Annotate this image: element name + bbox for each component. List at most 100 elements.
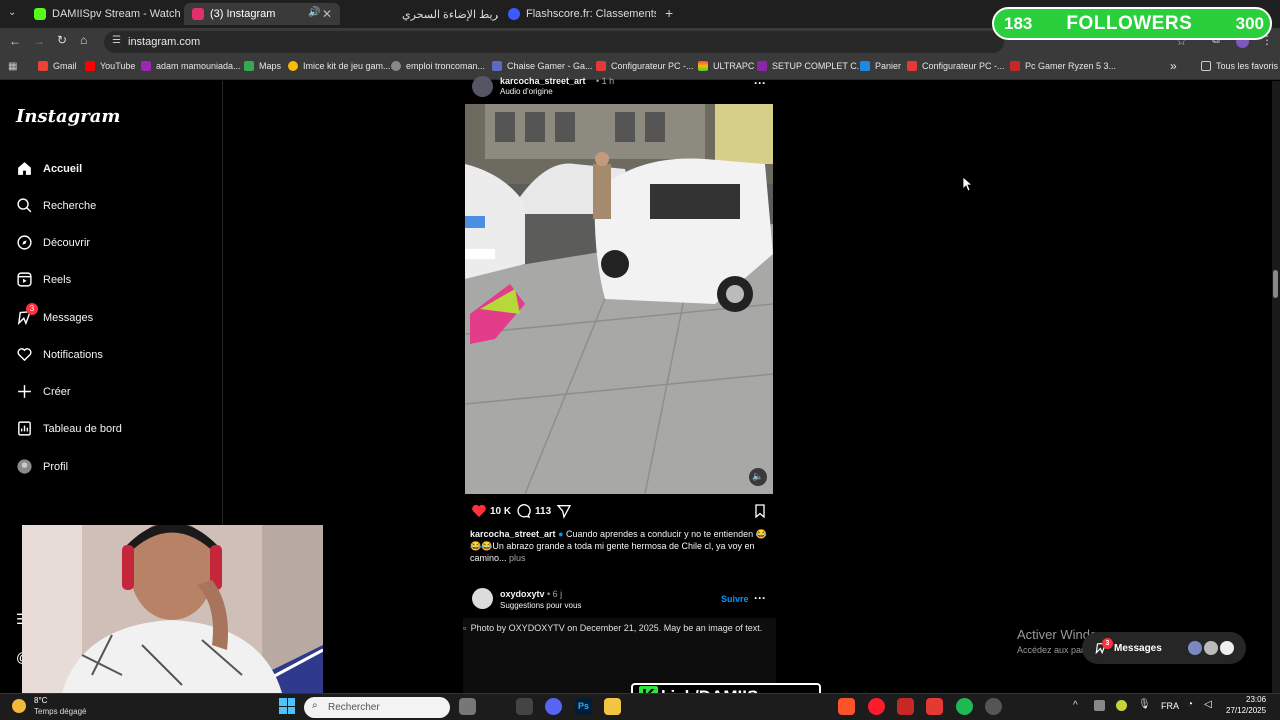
brave-icon[interactable] (838, 698, 855, 715)
messages-badge: 3 (26, 303, 38, 315)
page-scrollbar[interactable] (1272, 81, 1280, 693)
spotify-icon[interactable] (956, 698, 973, 715)
taskbar-search-input[interactable]: ⌕ Rechercher (304, 697, 450, 718)
sidebar-item-decouvrir[interactable]: Découvrir (16, 234, 90, 251)
post-time: • 1 h (596, 76, 615, 86)
clock-time[interactable]: 23:06 (1246, 695, 1266, 704)
forward-icon[interactable]: → (33, 34, 45, 48)
bookmark-item[interactable]: adam mamouniada... (141, 61, 241, 71)
post-author-avatar[interactable] (472, 588, 493, 609)
post-video[interactable]: 🔈 (465, 104, 773, 494)
tab-search-icon[interactable]: ⌄ (8, 7, 20, 19)
post-options-icon[interactable]: ··· (754, 76, 766, 90)
weather-temp[interactable]: 8°C (34, 696, 47, 705)
sidebar-item-creer[interactable]: Créer (16, 383, 71, 400)
sidebar-item-profil[interactable]: Profil (16, 458, 68, 475)
dashboard-icon (18, 421, 31, 436)
share-icon[interactable] (556, 503, 572, 524)
apps-icon[interactable]: ▦ (8, 61, 17, 72)
volume-icon[interactable]: ◁ (1204, 699, 1212, 710)
site-info-icon[interactable]: ☰ (112, 35, 121, 46)
tab-youtube[interactable]: 🔊 شريط الإضاءة السحري ✕ (302, 3, 498, 25)
weather-moon-icon[interactable] (12, 699, 26, 713)
caption-more-link[interactable]: plus (509, 553, 526, 563)
street-scene-image (465, 104, 773, 494)
likes-count[interactable]: 10 K (490, 506, 511, 517)
instagram-logo[interactable]: Instagram (16, 106, 120, 127)
bookmark-item[interactable]: Configurateur PC -... (596, 61, 694, 71)
bookmark-item[interactable]: Chaise Gamer - Ga... (492, 61, 593, 71)
clock-date[interactable]: 27/12/2025 (1226, 706, 1266, 715)
comment-icon[interactable] (515, 503, 531, 524)
post-username[interactable]: oxydoxytv (500, 589, 545, 599)
bookmark-item[interactable]: Pc Gamer Ryzen 5 3... (1010, 61, 1116, 71)
instagram-favicon-icon (192, 8, 204, 20)
weather-desc[interactable]: Temps dégagé (34, 707, 86, 716)
task-view-icon[interactable] (459, 698, 476, 715)
app-icon[interactable] (897, 698, 914, 715)
follow-button[interactable]: Suivre (721, 594, 749, 604)
scrollbar-thumb[interactable] (1273, 270, 1278, 298)
bookmark-item[interactable]: Configurateur PC -... (907, 61, 1005, 71)
post-audio-label[interactable]: Audio d'origine (500, 87, 553, 96)
sidebar-item-accueil[interactable]: Accueil (16, 160, 82, 177)
discord-icon[interactable] (545, 698, 562, 715)
address-bar[interactable]: ☰ instagram.com (104, 31, 1004, 53)
new-tab-icon[interactable]: + (665, 5, 673, 21)
url-text: instagram.com (128, 36, 201, 48)
like-icon[interactable] (471, 503, 487, 524)
bookmark-item[interactable]: emploi troncoman... (391, 61, 485, 71)
tab-flashscore[interactable]: Flashscore.fr: Classements de C ✕ (500, 3, 656, 25)
comments-count[interactable]: 113 (535, 506, 551, 517)
bookmark-item[interactable]: YouTube (85, 61, 135, 71)
wifi-icon[interactable]: ◔ (1187, 699, 1193, 710)
flashscore-favicon-icon (508, 8, 520, 20)
windows-taskbar: 8°C Temps dégagé ⌕ Rechercher Ps ^ 🎙 FRA… (0, 693, 1280, 720)
photoshop-icon[interactable]: Ps (575, 698, 592, 715)
microphone-icon[interactable]: 🎙 (1138, 699, 1151, 710)
post-options-icon[interactable]: ··· (754, 591, 766, 605)
bookmark-item[interactable]: Gmail (38, 61, 77, 71)
bookmark-item[interactable]: Maps (244, 61, 281, 71)
sidebar-item-notifications[interactable]: Notifications (16, 346, 103, 363)
tray-icon[interactable] (1094, 700, 1105, 711)
tray-icon[interactable] (1116, 700, 1127, 711)
all-bookmarks[interactable]: Tous les favoris (1201, 61, 1278, 71)
app-icon[interactable] (985, 698, 1002, 715)
home-browser-icon[interactable]: ⌂ (80, 33, 87, 47)
save-icon[interactable] (752, 503, 768, 524)
followers-count: 183 (1004, 13, 1033, 33)
messages-floating-button[interactable]: 3 Messages (1082, 632, 1246, 664)
sidebar-item-messages[interactable]: 3 Messages (16, 303, 93, 326)
language-indicator[interactable]: FRA (1161, 701, 1179, 711)
post-image-alt[interactable]: ▫ Photo by OXYDOXYTV on December 21, 202… (463, 618, 776, 693)
bookmark-item[interactable]: SETUP COMPLET C... (757, 61, 864, 71)
bookmark-item[interactable]: Imice kit de jeu gam... (288, 61, 391, 71)
sidebar-item-reels[interactable]: Reels (16, 271, 71, 288)
tab-kick[interactable]: DAMIISpv Stream - Watch Live ✕ (26, 3, 182, 25)
windows-start-icon[interactable] (279, 698, 295, 714)
post-username[interactable]: karcocha_street_art (500, 76, 586, 86)
mute-icon[interactable]: 🔈 (752, 471, 763, 482)
back-icon[interactable]: ← (9, 34, 21, 48)
more-bookmarks-icon[interactable]: » (1170, 59, 1177, 73)
app-icon[interactable] (516, 698, 533, 715)
compass-icon (17, 235, 32, 250)
bookmark-item[interactable]: ULTRAPC (698, 61, 754, 71)
wps-icon[interactable] (926, 698, 943, 715)
tray-chevron-icon[interactable]: ^ (1073, 700, 1078, 711)
reload-icon[interactable]: ↻ (57, 33, 67, 47)
bookmark-item[interactable]: Panier (860, 61, 901, 71)
sidebar-item-recherche[interactable]: Recherche (16, 197, 96, 214)
mouse-cursor-icon (962, 176, 974, 197)
caption-username[interactable]: karcocha_street_art (470, 529, 556, 539)
webcam-overlay (22, 525, 323, 693)
kick-favicon-icon (34, 8, 46, 20)
post-author-avatar[interactable] (472, 76, 493, 97)
sidebar-item-tableau-de-bord[interactable]: Tableau de bord (16, 420, 122, 437)
avatar (1220, 641, 1234, 655)
file-explorer-icon[interactable] (604, 698, 621, 715)
streamer-webcam-image (22, 525, 323, 693)
speaker-icon[interactable]: 🔊 (308, 7, 320, 19)
opera-icon[interactable] (868, 698, 885, 715)
